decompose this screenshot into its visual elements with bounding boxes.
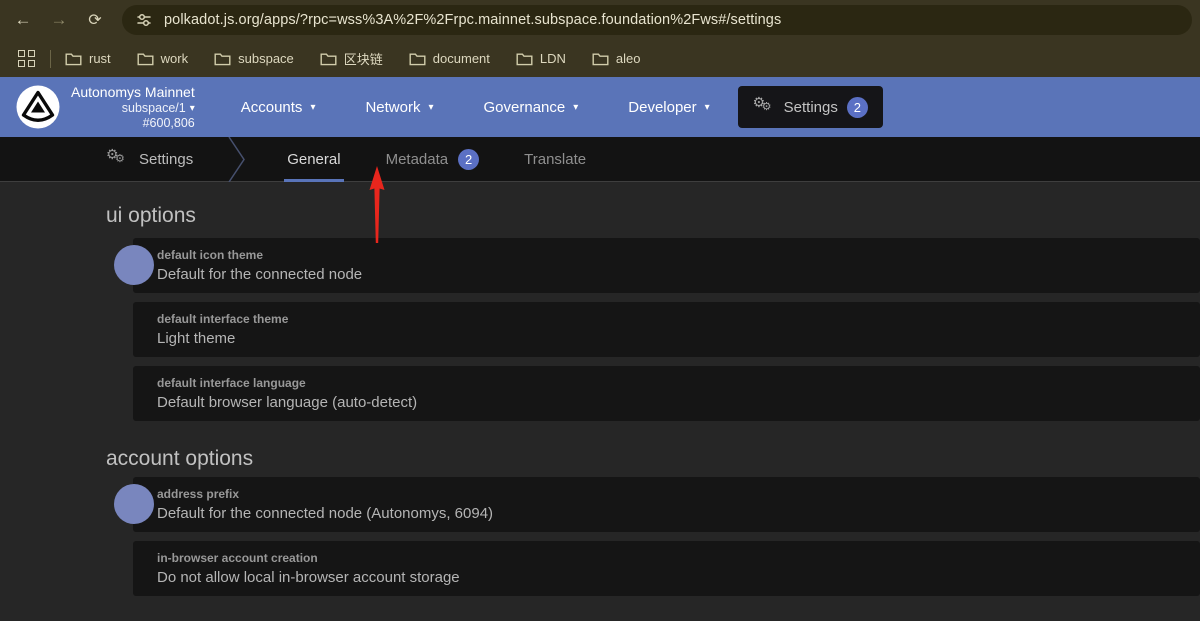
- setting-value: Default for the connected node: [157, 263, 1200, 287]
- chain-runtime[interactable]: subspace/1 ▾: [122, 101, 195, 116]
- chevron-down-icon: ▾: [310, 102, 315, 113]
- bookmark-folder-rust[interactable]: rust: [65, 51, 111, 66]
- back-icon[interactable]: ←: [8, 10, 38, 30]
- setting-row-icon-theme[interactable]: default icon theme Default for the conne…: [133, 238, 1200, 293]
- chevron-down-icon: ▾: [428, 102, 433, 113]
- ui-options-rows: default icon theme Default for the conne…: [133, 238, 1200, 421]
- bookmark-folder-blockchain[interactable]: 区块链: [320, 49, 383, 68]
- address-bar[interactable]: polkadot.js.org/apps/?rpc=wss%3A%2F%2Frp…: [122, 5, 1192, 35]
- settings-content: ui options default icon theme Default fo…: [0, 183, 1200, 621]
- forward-icon[interactable]: →: [44, 10, 74, 30]
- node-dot-icon: [114, 245, 154, 285]
- chevron-divider: [227, 137, 249, 182]
- nav-network[interactable]: Network ▾: [365, 99, 433, 116]
- setting-row-interface-language[interactable]: default interface language Default brows…: [133, 366, 1200, 421]
- folder-icon: [320, 52, 337, 66]
- nav-settings-button[interactable]: ⚙⚙ Settings 2: [738, 86, 883, 128]
- block-number: #600,806: [143, 116, 195, 131]
- setting-value: Light theme: [157, 327, 1200, 351]
- site-settings-icon[interactable]: [136, 12, 152, 28]
- active-tab-underline: [284, 179, 343, 182]
- account-options-rows: address prefix Default for the connected…: [133, 477, 1200, 596]
- tab-metadata[interactable]: Metadata 2: [386, 137, 480, 182]
- reload-icon[interactable]: ⟳: [80, 10, 110, 30]
- tab-general[interactable]: General: [287, 137, 340, 182]
- setting-row-account-creation[interactable]: in-browser account creation Do not allow…: [133, 541, 1200, 596]
- chain-info[interactable]: Autonomys Mainnet subspace/1 ▾ #600,806: [71, 84, 195, 131]
- settings-badge: 2: [847, 97, 868, 118]
- bookmark-folder-subspace[interactable]: subspace: [214, 51, 294, 66]
- red-arrow-annotation: [365, 165, 389, 245]
- chain-name: Autonomys Mainnet: [71, 84, 195, 101]
- tabs: General Metadata 2 Translate: [287, 137, 586, 182]
- folder-icon: [409, 52, 426, 66]
- setting-label: address prefix: [157, 486, 1200, 502]
- setting-label: in-browser account creation: [157, 550, 1200, 566]
- bookmarks-divider: [50, 50, 51, 68]
- nav-accounts[interactable]: Accounts ▾: [241, 99, 316, 116]
- metadata-badge: 2: [458, 149, 479, 170]
- node-dot-icon: [114, 484, 154, 524]
- nav-developer[interactable]: Developer ▾: [628, 99, 709, 116]
- app-header: Autonomys Mainnet subspace/1 ▾ #600,806 …: [0, 77, 1200, 137]
- setting-value: Do not allow local in-browser account st…: [157, 566, 1200, 590]
- folder-icon: [516, 52, 533, 66]
- bookmarks-bar: rust work subspace 区块链 document LDN aleo: [0, 40, 1200, 77]
- setting-value: Default browser language (auto-detect): [157, 391, 1200, 415]
- setting-label: default interface language: [157, 375, 1200, 391]
- section-title-account-options: account options: [106, 445, 1200, 473]
- folder-icon: [137, 52, 154, 66]
- setting-row-address-prefix[interactable]: address prefix Default for the connected…: [133, 477, 1200, 532]
- setting-label: default icon theme: [157, 247, 1200, 263]
- chevron-down-icon: ▾: [573, 102, 578, 113]
- bookmark-folder-aleo[interactable]: aleo: [592, 51, 641, 66]
- browser-toolbar: ← → ⟳ polkadot.js.org/apps/?rpc=wss%3A%2…: [0, 0, 1200, 40]
- gears-icon: ⚙⚙: [106, 149, 128, 169]
- settings-tab-bar: ⚙⚙ Settings General Metadata 2 Translate: [0, 137, 1200, 182]
- chevron-down-icon: ▾: [705, 102, 710, 113]
- folder-icon: [214, 52, 231, 66]
- chevron-down-icon: ▾: [190, 101, 195, 116]
- setting-label: default interface theme: [157, 311, 1200, 327]
- nav-governance[interactable]: Governance ▾: [484, 99, 579, 116]
- setting-value: Default for the connected node (Autonomy…: [157, 502, 1200, 526]
- tab-translate[interactable]: Translate: [524, 137, 586, 182]
- bookmark-folder-work[interactable]: work: [137, 51, 188, 66]
- gears-icon: ⚙⚙: [753, 97, 775, 117]
- setting-row-interface-theme[interactable]: default interface theme Light theme: [133, 302, 1200, 357]
- apps-grid-icon[interactable]: [18, 50, 35, 67]
- section-indicator: ⚙⚙ Settings: [106, 149, 193, 169]
- folder-icon: [65, 52, 82, 66]
- url-text: polkadot.js.org/apps/?rpc=wss%3A%2F%2Frp…: [164, 12, 781, 28]
- bookmark-folder-ldn[interactable]: LDN: [516, 51, 566, 66]
- main-nav: Accounts ▾ Network ▾ Governance ▾ Develo…: [241, 99, 710, 116]
- browser-window: ← → ⟳ polkadot.js.org/apps/?rpc=wss%3A%2…: [0, 0, 1200, 621]
- bookmark-folder-document[interactable]: document: [409, 51, 490, 66]
- folder-icon: [592, 52, 609, 66]
- autonomys-logo-icon[interactable]: [16, 85, 60, 129]
- section-title-ui-options: ui options: [106, 202, 1200, 230]
